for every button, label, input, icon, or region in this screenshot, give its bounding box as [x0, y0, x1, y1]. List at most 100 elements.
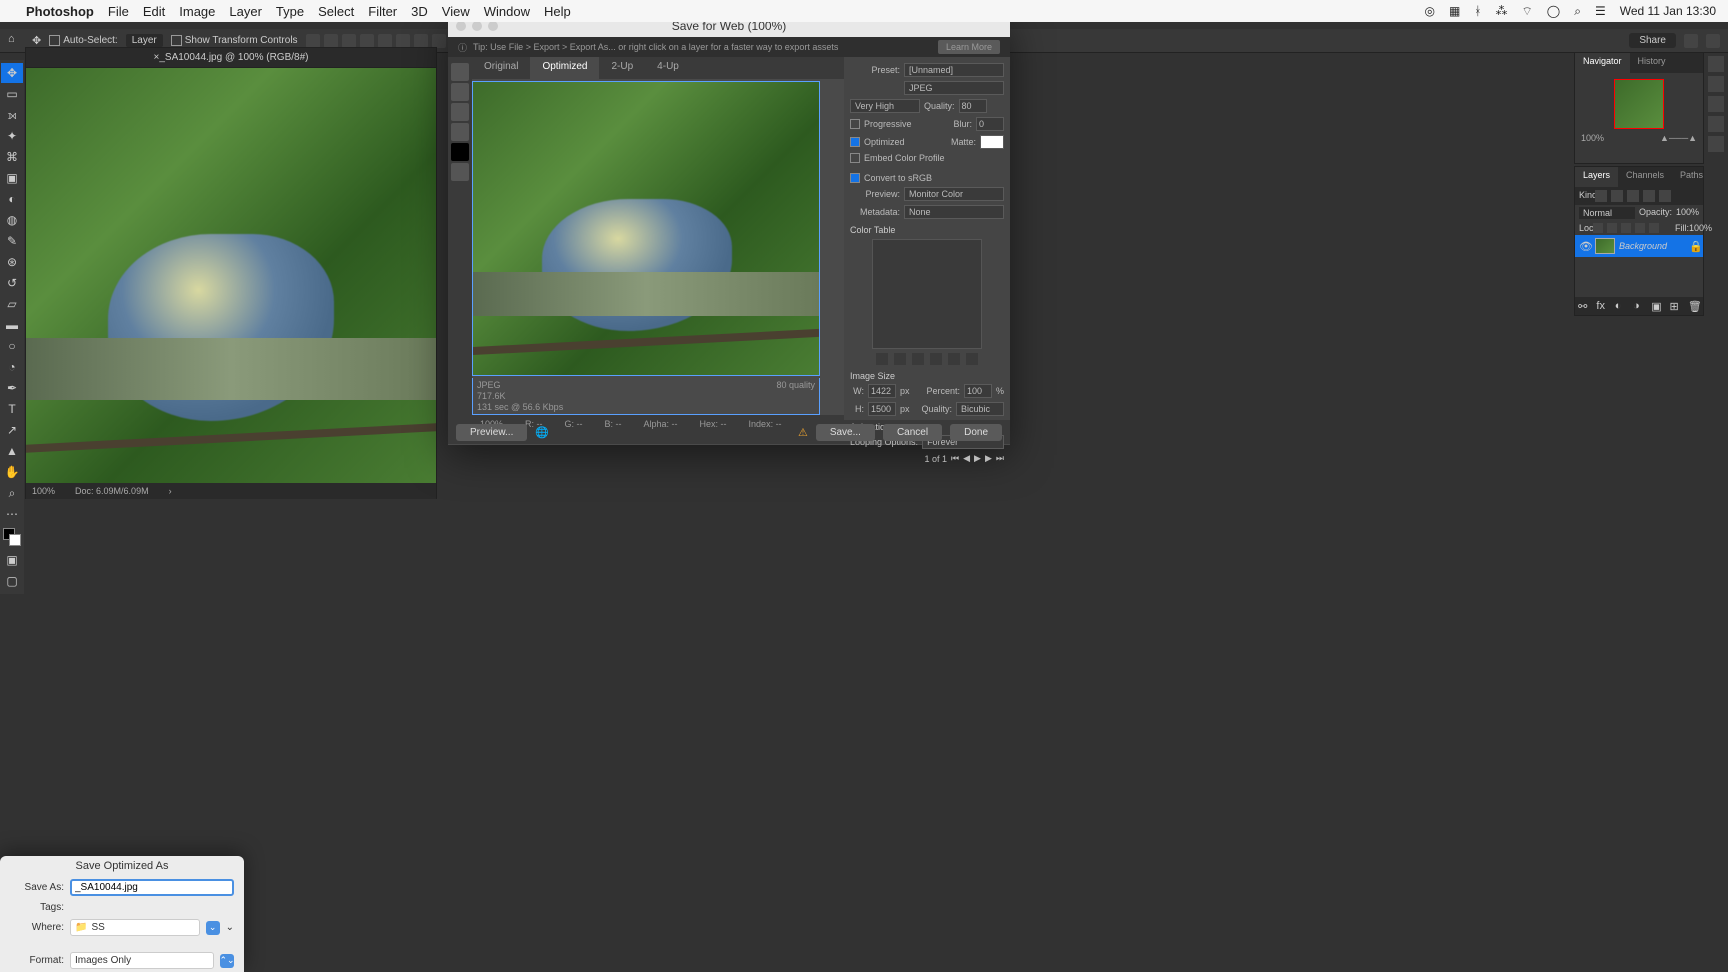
hand-tool-sfw[interactable] — [451, 63, 469, 81]
chevron-right-icon[interactable]: › — [169, 486, 172, 496]
menu-help[interactable]: Help — [544, 4, 571, 19]
slice-tool-sfw[interactable] — [451, 83, 469, 101]
user-icon[interactable]: ◯ — [1547, 4, 1560, 18]
distribute-v-icon[interactable] — [432, 34, 446, 48]
menu-3d[interactable]: 3D — [411, 4, 428, 19]
lock-artboard-icon[interactable] — [1635, 223, 1645, 233]
menu-select[interactable]: Select — [318, 4, 354, 19]
menu-file[interactable]: File — [108, 4, 129, 19]
menu-view[interactable]: View — [442, 4, 470, 19]
zoom-tool-sfw[interactable] — [451, 103, 469, 121]
ct-icon[interactable] — [912, 353, 924, 365]
nav-zoom[interactable]: 100% — [1581, 133, 1604, 143]
ct-icon[interactable] — [876, 353, 888, 365]
wand-tool[interactable]: ✦ — [1, 126, 23, 146]
search-icon[interactable]: ⌕ — [1574, 4, 1581, 19]
visibility-icon[interactable]: 👁 — [1579, 240, 1591, 253]
history-brush-tool[interactable]: ↺ — [1, 273, 23, 293]
format-caret[interactable]: ⌃⌄ — [220, 954, 234, 968]
browser-icon[interactable]: 🌐 — [535, 426, 549, 439]
expand-icon[interactable]: ⌄ — [226, 922, 234, 933]
hand-tool[interactable]: ✋ — [1, 462, 23, 482]
show-transform-checkbox[interactable]: Show Transform Controls — [171, 35, 298, 46]
edit-toolbar[interactable]: ⋯ — [1, 504, 23, 524]
preview-image[interactable] — [472, 81, 820, 376]
tab-layers[interactable]: Layers — [1575, 167, 1618, 187]
stamp-tool[interactable]: ⊛ — [1, 252, 23, 272]
first-frame-icon[interactable]: ⏮ — [951, 453, 959, 464]
clock[interactable]: Wed 11 Jan 13:30 — [1620, 4, 1716, 18]
lock-all-icon[interactable] — [1649, 223, 1659, 233]
h-input[interactable]: 1500 — [868, 402, 896, 416]
lock-icon[interactable]: 🔒 — [1689, 240, 1699, 253]
tab-4up[interactable]: 4-Up — [645, 57, 691, 79]
document-tab[interactable]: × _SA10044.jpg @ 100% (RGB/8#) — [26, 48, 436, 68]
color-panel-icon[interactable] — [1708, 56, 1724, 72]
ct-icon[interactable] — [948, 353, 960, 365]
format-dropdown-saveas[interactable]: Images Only — [70, 952, 214, 969]
tab-channels[interactable]: Channels — [1618, 167, 1672, 187]
search-ps-icon[interactable] — [1684, 34, 1698, 48]
cc-icon[interactable]: ◎ — [1424, 4, 1434, 18]
app-name[interactable]: Photoshop — [26, 4, 94, 19]
menu-filter[interactable]: Filter — [368, 4, 397, 19]
layer-name[interactable]: Background — [1619, 241, 1685, 251]
play-icon[interactable]: ▶ — [974, 453, 981, 464]
path-tool[interactable]: ↗ — [1, 420, 23, 440]
save-button[interactable]: Save... — [816, 424, 875, 441]
cancel-button[interactable]: Cancel — [883, 424, 942, 441]
menu-type[interactable]: Type — [276, 4, 304, 19]
minimize-icon[interactable] — [472, 21, 482, 31]
filter-pixel-icon[interactable] — [1595, 190, 1607, 202]
zoom-level[interactable]: 100% — [32, 486, 55, 496]
shape-tool[interactable]: ▲ — [1, 441, 23, 461]
screen-mode[interactable]: ▢ — [1, 571, 23, 591]
learn-more-button[interactable]: Learn More — [938, 40, 1000, 54]
navigator-thumb[interactable] — [1614, 79, 1664, 129]
trash-icon[interactable]: 🗑 — [1688, 300, 1700, 312]
updates-icon[interactable]: ▦ — [1449, 4, 1460, 18]
move-tool-icon[interactable]: ✥ — [32, 34, 41, 47]
prev-frame-icon[interactable]: ◀ — [963, 453, 970, 464]
done-button[interactable]: Done — [950, 424, 1002, 441]
workspace-icon[interactable] — [1706, 34, 1720, 48]
slice-visibility[interactable] — [451, 163, 469, 181]
link-icon[interactable]: ⚯ — [1578, 300, 1590, 312]
eyedropper-sfw[interactable] — [451, 123, 469, 141]
blend-mode[interactable]: Normal — [1579, 207, 1635, 219]
zoom-tool[interactable]: ⌕ — [1, 483, 23, 503]
zoom-window-icon[interactable] — [488, 21, 498, 31]
filename-input[interactable] — [70, 879, 234, 896]
menu-image[interactable]: Image — [179, 4, 215, 19]
color-swatches[interactable] — [3, 528, 21, 546]
resample-dropdown[interactable]: Bicubic — [956, 402, 1004, 416]
marquee-tool[interactable]: ▭ — [1, 84, 23, 104]
close-icon[interactable] — [456, 21, 466, 31]
menu-window[interactable]: Window — [484, 4, 530, 19]
tab-history[interactable]: History — [1630, 53, 1674, 73]
percent-input[interactable]: 100 — [964, 384, 992, 398]
frame-tool[interactable]: ▣ — [1, 168, 23, 188]
align-bottom-icon[interactable] — [396, 34, 410, 48]
where-caret[interactable]: ⌄ — [206, 921, 220, 935]
quality-input[interactable]: 80 — [959, 99, 987, 113]
canvas[interactable] — [26, 68, 436, 483]
lock-pos-icon[interactable] — [1621, 223, 1631, 233]
libraries-panel-icon[interactable] — [1708, 136, 1724, 152]
tab-original[interactable]: Original — [472, 57, 530, 79]
zoom-slider[interactable]: ▲───▲ — [1660, 133, 1697, 143]
brush-tool[interactable]: ✎ — [1, 231, 23, 251]
menu-layer[interactable]: Layer — [229, 4, 262, 19]
lasso-tool[interactable]: ⟕ — [1, 105, 23, 125]
filter-type-icon[interactable] — [1627, 190, 1639, 202]
eyedropper-tool[interactable]: ◐ — [1, 189, 23, 209]
opacity-value[interactable]: 100% — [1676, 207, 1699, 219]
move-tool[interactable]: ✥ — [1, 63, 23, 83]
tab-optimized[interactable]: Optimized — [530, 57, 599, 79]
swatches-panel-icon[interactable] — [1708, 76, 1724, 92]
quick-mask[interactable]: ▣ — [1, 550, 23, 570]
tab-navigator[interactable]: Navigator — [1575, 53, 1630, 73]
lock-trans-icon[interactable] — [1593, 223, 1603, 233]
ct-icon[interactable] — [966, 353, 978, 365]
control-center-icon[interactable]: ☰ — [1595, 4, 1606, 18]
